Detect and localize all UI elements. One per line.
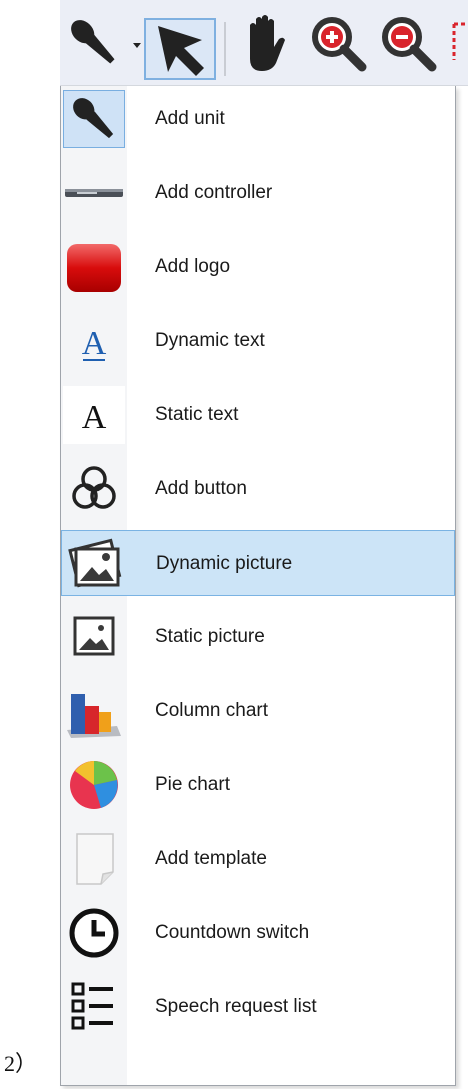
menu-item-label: Add button [155,478,247,499]
menu-item-add-controller[interactable]: Add controller [61,160,455,226]
menu-item-label: Dynamic text [155,330,265,351]
picture-icon [63,608,125,666]
clock-icon [63,904,125,962]
menu-item-label: Static picture [155,626,265,647]
page-icon [63,830,125,888]
menu-item-column-chart[interactable]: Column chart [61,678,455,744]
menu-item-dynamic-text[interactable]: A Dynamic text [61,308,455,374]
menu-item-label: Pie chart [155,774,230,795]
menu-item-label: Countdown switch [155,922,310,943]
zoom-out-icon[interactable] [376,10,440,76]
microphone-icon[interactable] [62,10,126,76]
pie-chart-icon [63,756,125,814]
toolbar-separator [224,22,226,76]
menu-item-label: Add logo [155,256,231,277]
menu-item-static-text[interactable]: A Static text [61,382,455,448]
menu-item-add-button[interactable]: Add button [61,456,455,522]
menu-item-add-unit[interactable]: Add unit [61,86,455,152]
pointer-arrow-icon[interactable] [144,18,216,80]
dropdown-arrow-icon[interactable] [130,10,144,76]
controller-icon [63,164,125,222]
menu-item-label: Add template [155,848,267,869]
menu-item-static-picture[interactable]: Static picture [61,604,455,670]
menu-item-add-logo[interactable]: Add logo [61,234,455,300]
menu-item-label: Static text [155,404,239,425]
checklist-icon [63,978,125,1036]
letter-a-icon: A [63,386,125,444]
svg-text:A: A [82,325,107,362]
menu-item-dynamic-picture[interactable]: Dynamic picture [61,530,455,596]
step-number: 2） [4,1051,38,1076]
dashed-rect-icon[interactable] [450,10,468,76]
column-chart-icon [63,682,125,740]
menu-item-pie-chart[interactable]: Pie chart [61,752,455,818]
hand-icon[interactable] [232,10,296,76]
menu-item-label: Dynamic picture [156,553,293,574]
zoom-in-icon[interactable] [306,10,370,76]
insert-menu: Add unit Add controller Add logo A Dynam… [60,86,456,1086]
menu-item-label: Add controller [155,182,273,203]
toolbar [60,0,468,86]
menu-item-speech-request-list[interactable]: Speech request list [61,974,455,1040]
svg-text:A: A [82,399,107,436]
menu-item-countdown-switch[interactable]: Countdown switch [61,900,455,966]
menu-item-add-template[interactable]: Add template [61,826,455,892]
red-logo-icon [63,238,125,296]
microphone-icon [63,90,125,148]
menu-item-label: Speech request list [155,996,317,1017]
underlined-a-icon: A [63,312,125,370]
three-circles-icon [63,460,125,518]
menu-item-label: Add unit [155,108,225,129]
menu-item-label: Column chart [155,700,268,721]
stacked-pictures-icon [64,535,126,593]
